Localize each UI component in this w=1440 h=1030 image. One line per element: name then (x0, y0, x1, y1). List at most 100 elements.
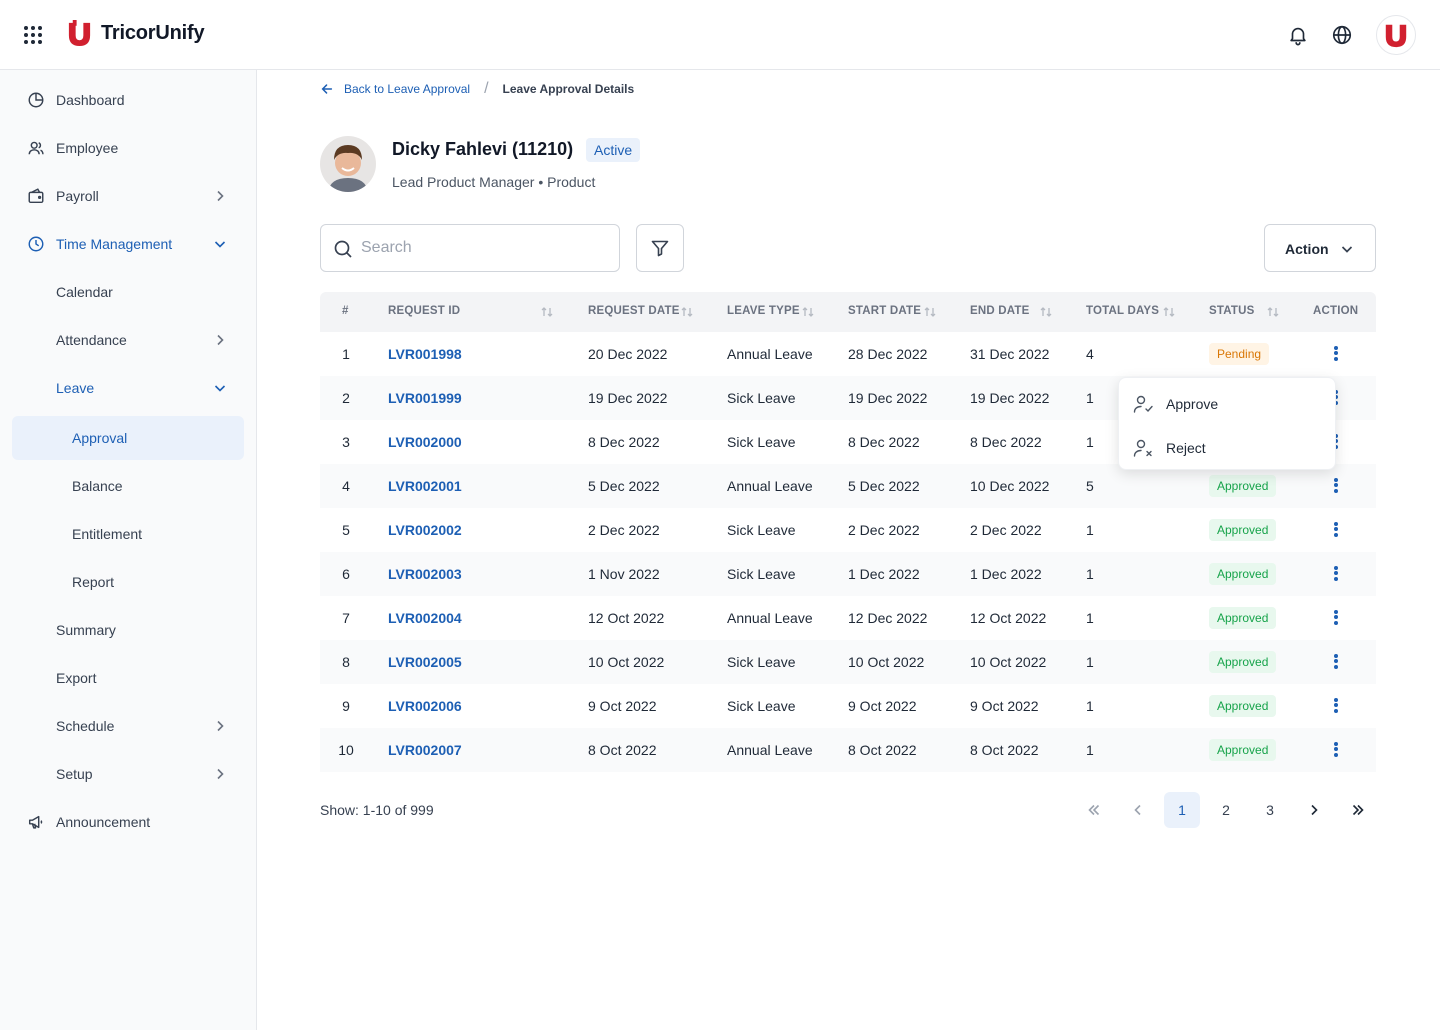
arrow-left-icon (321, 84, 333, 94)
sidebar-item-employee[interactable]: Employee (12, 126, 244, 170)
sort-icon[interactable] (801, 305, 815, 319)
search-input[interactable] (361, 225, 611, 271)
sidebar-item-dashboard[interactable]: Dashboard (12, 78, 244, 122)
sort-icon[interactable] (540, 305, 554, 319)
sidebar-item-schedule[interactable]: Schedule (12, 704, 244, 748)
request-id-link[interactable]: LVR002004 (388, 610, 462, 626)
more-options-icon[interactable] (1332, 608, 1340, 628)
request-id-link[interactable]: LVR002005 (388, 654, 462, 670)
back-link[interactable]: Back to Leave Approval (320, 82, 470, 96)
more-options-icon[interactable] (1332, 652, 1340, 672)
request-id-link[interactable]: LVR002003 (388, 566, 462, 582)
request-id-link[interactable]: LVR001999 (388, 390, 462, 406)
last-page-button[interactable] (1340, 792, 1376, 828)
sidebar-item-approval[interactable]: Approval (12, 416, 244, 460)
start-date-cell: 9 Oct 2022 (848, 698, 917, 714)
status-badge: Approved (1209, 739, 1277, 761)
more-options-icon[interactable] (1332, 564, 1340, 584)
page-2-button[interactable]: 2 (1208, 792, 1244, 828)
globe-icon[interactable] (1331, 24, 1353, 46)
request-id-link[interactable]: LVR001998 (388, 346, 462, 362)
app-name: TricorUnify (101, 22, 205, 44)
column-header: START DATE (848, 305, 922, 317)
chevron-down-icon (214, 385, 226, 392)
employee-name: Dicky Fahlevi (11210) (392, 139, 574, 159)
more-options-icon[interactable] (1332, 476, 1340, 496)
sidebar-item-time-management[interactable]: Time Management (12, 222, 244, 266)
sidebar-item-calendar[interactable]: Calendar (12, 270, 244, 314)
table-row: 6 LVR002003 1 Nov 2022 Sick Leave 1 Dec 2022… (320, 552, 1376, 596)
bell-icon[interactable] (1287, 24, 1309, 46)
chevron-right-icon (217, 720, 224, 732)
sidebar-item-attendance[interactable]: Attendance (12, 318, 244, 362)
end-date-cell: 2 Dec 2022 (970, 522, 1042, 538)
sidebar-item-announcement[interactable]: Announcement (12, 800, 244, 844)
leave-type-cell: Sick Leave (727, 698, 796, 714)
more-options-icon[interactable] (1332, 696, 1340, 716)
sort-icon[interactable] (1162, 305, 1176, 319)
prev-page-button[interactable] (1120, 792, 1156, 828)
more-options-icon[interactable] (1332, 520, 1340, 540)
leave-type-cell: Sick Leave (727, 654, 796, 670)
sidebar-item-balance[interactable]: Balance (12, 464, 244, 508)
chevron-right-icon (217, 768, 224, 780)
request-id-link[interactable]: LVR002002 (388, 522, 462, 538)
request-date-cell: 1 Nov 2022 (588, 566, 660, 582)
row-number-cell: 4 (342, 478, 350, 494)
sidebar-item-summary[interactable]: Summary (12, 608, 244, 652)
chevron-down-icon (1341, 246, 1353, 253)
leave-type-cell: Annual Leave (727, 478, 813, 494)
start-date-cell: 2 Dec 2022 (848, 522, 920, 538)
leave-type-cell: Annual Leave (727, 610, 813, 626)
request-id-link[interactable]: LVR002007 (388, 742, 462, 758)
action-dropdown-button[interactable]: Action (1264, 224, 1376, 272)
table-row: 4 LVR002001 5 Dec 2022 Annual Leave 5 Dec 20… (320, 464, 1376, 508)
status-badge: Active (586, 138, 641, 162)
sidebar-item-report[interactable]: Report (12, 560, 244, 604)
next-page-button[interactable] (1296, 792, 1332, 828)
more-options-icon[interactable] (1332, 740, 1340, 760)
sidebar-item-setup[interactable]: Setup (12, 752, 244, 796)
start-date-cell: 10 Oct 2022 (848, 654, 925, 670)
start-date-cell: 5 Dec 2022 (848, 478, 920, 494)
request-id-link[interactable]: LVR002000 (388, 434, 462, 450)
page-1-button[interactable]: 1 (1164, 792, 1200, 828)
sidebar-item-payroll[interactable]: Payroll (12, 174, 244, 218)
row-number-cell: 9 (342, 698, 350, 714)
app-logo[interactable]: TricorUnify (66, 20, 205, 47)
approve-menu-item[interactable]: Approve (1119, 381, 1337, 425)
request-id-link[interactable]: LVR002001 (388, 478, 462, 494)
request-date-cell: 9 Oct 2022 (588, 698, 657, 714)
sidebar-item-export[interactable]: Export (12, 656, 244, 700)
dashboard-icon (28, 92, 44, 108)
filter-button[interactable] (636, 224, 684, 272)
apps-grid-icon[interactable] (24, 26, 42, 44)
row-number-cell: 8 (342, 654, 350, 670)
employee-icon (28, 141, 44, 155)
column-header: REQUEST DATE (588, 305, 680, 317)
row-action-menu: Approve Reject (1118, 377, 1336, 470)
total-days-cell: 1 (1086, 698, 1094, 714)
leave-type-cell: Sick Leave (727, 566, 796, 582)
first-page-button[interactable] (1076, 792, 1112, 828)
status-badge: Approved (1209, 563, 1277, 585)
sidebar-item-leave[interactable]: Leave (12, 366, 244, 410)
sort-icon[interactable] (680, 305, 694, 319)
breadcrumb-current: Leave Approval Details (502, 82, 635, 96)
search-box (320, 224, 620, 272)
action-button-label: Action (1285, 241, 1329, 257)
sort-icon[interactable] (1039, 305, 1053, 319)
reject-menu-item[interactable]: Reject (1119, 425, 1337, 469)
table-row: 10 LVR002007 8 Oct 2022 Annual Leave 8 Oct 2… (320, 728, 1376, 772)
filter-icon (651, 240, 669, 257)
table-header: # REQUEST ID REQUEST DATE LEAVE TYPE STA… (320, 292, 1376, 332)
sort-icon[interactable] (923, 305, 937, 319)
page-3-button[interactable]: 3 (1252, 792, 1288, 828)
user-avatar[interactable] (1376, 15, 1416, 55)
sort-icon[interactable] (1266, 305, 1280, 319)
request-id-link[interactable]: LVR002006 (388, 698, 462, 714)
sidebar-item-entitlement[interactable]: Entitlement (12, 512, 244, 556)
more-options-icon[interactable] (1332, 344, 1340, 364)
leave-type-cell: Sick Leave (727, 434, 796, 450)
request-date-cell: 19 Dec 2022 (588, 390, 668, 406)
